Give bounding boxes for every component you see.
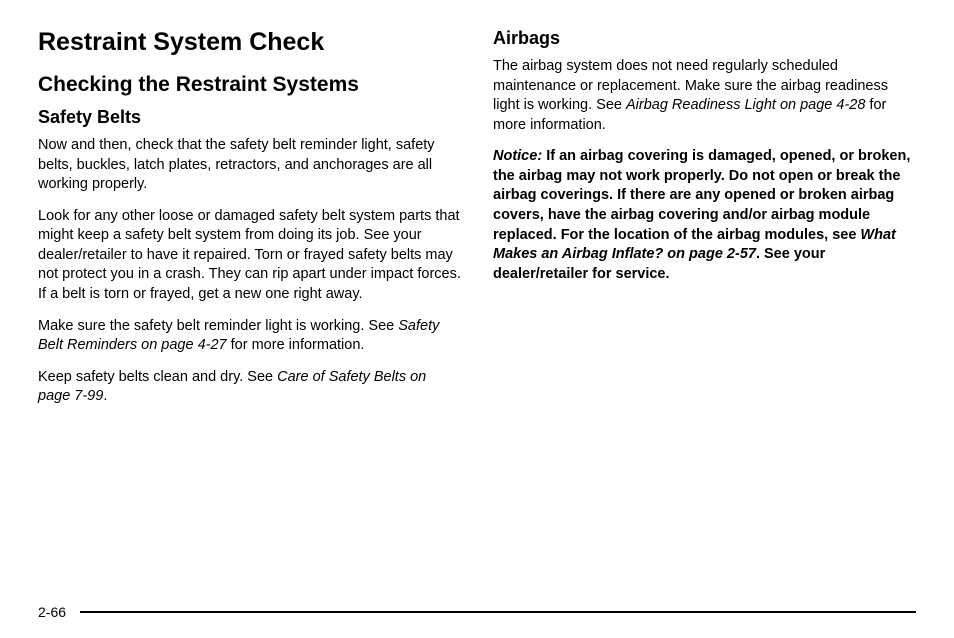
page-content: Restraint System Check Checking the Rest…: [38, 28, 916, 419]
page-number: 2-66: [38, 604, 66, 620]
ref-airbag-readiness-light: Airbag Readiness Light on page 4-28: [626, 97, 865, 113]
heading-restraint-system-check: Restraint System Check: [38, 28, 461, 57]
footer-rule: [80, 611, 916, 613]
heading-safety-belts: Safety Belts: [38, 107, 461, 128]
para-notice: Notice: If an airbag covering is damaged…: [493, 147, 916, 284]
right-column: Airbags The airbag system does not need …: [493, 28, 916, 419]
para-safety-belts-4: Keep safety belts clean and dry. See Car…: [38, 368, 461, 407]
para-safety-belts-1: Now and then, check that the safety belt…: [38, 136, 461, 195]
para-safety-belts-3: Make sure the safety belt reminder light…: [38, 317, 461, 356]
text: Keep safety belts clean and dry. See: [38, 369, 277, 385]
left-column: Restraint System Check Checking the Rest…: [38, 28, 461, 419]
text: .: [103, 388, 107, 404]
heading-checking-restraint-systems: Checking the Restraint Systems: [38, 73, 461, 97]
page-footer: 2-66: [38, 604, 916, 620]
notice-label: Notice:: [493, 148, 542, 164]
para-safety-belts-2: Look for any other loose or damaged safe…: [38, 207, 461, 305]
text: Make sure the safety belt reminder light…: [38, 318, 398, 334]
heading-airbags: Airbags: [493, 28, 916, 49]
notice-text-a: If an airbag covering is damaged, opened…: [493, 148, 910, 242]
text: for more information.: [227, 337, 365, 353]
para-airbags-1: The airbag system does not need regularl…: [493, 57, 916, 135]
